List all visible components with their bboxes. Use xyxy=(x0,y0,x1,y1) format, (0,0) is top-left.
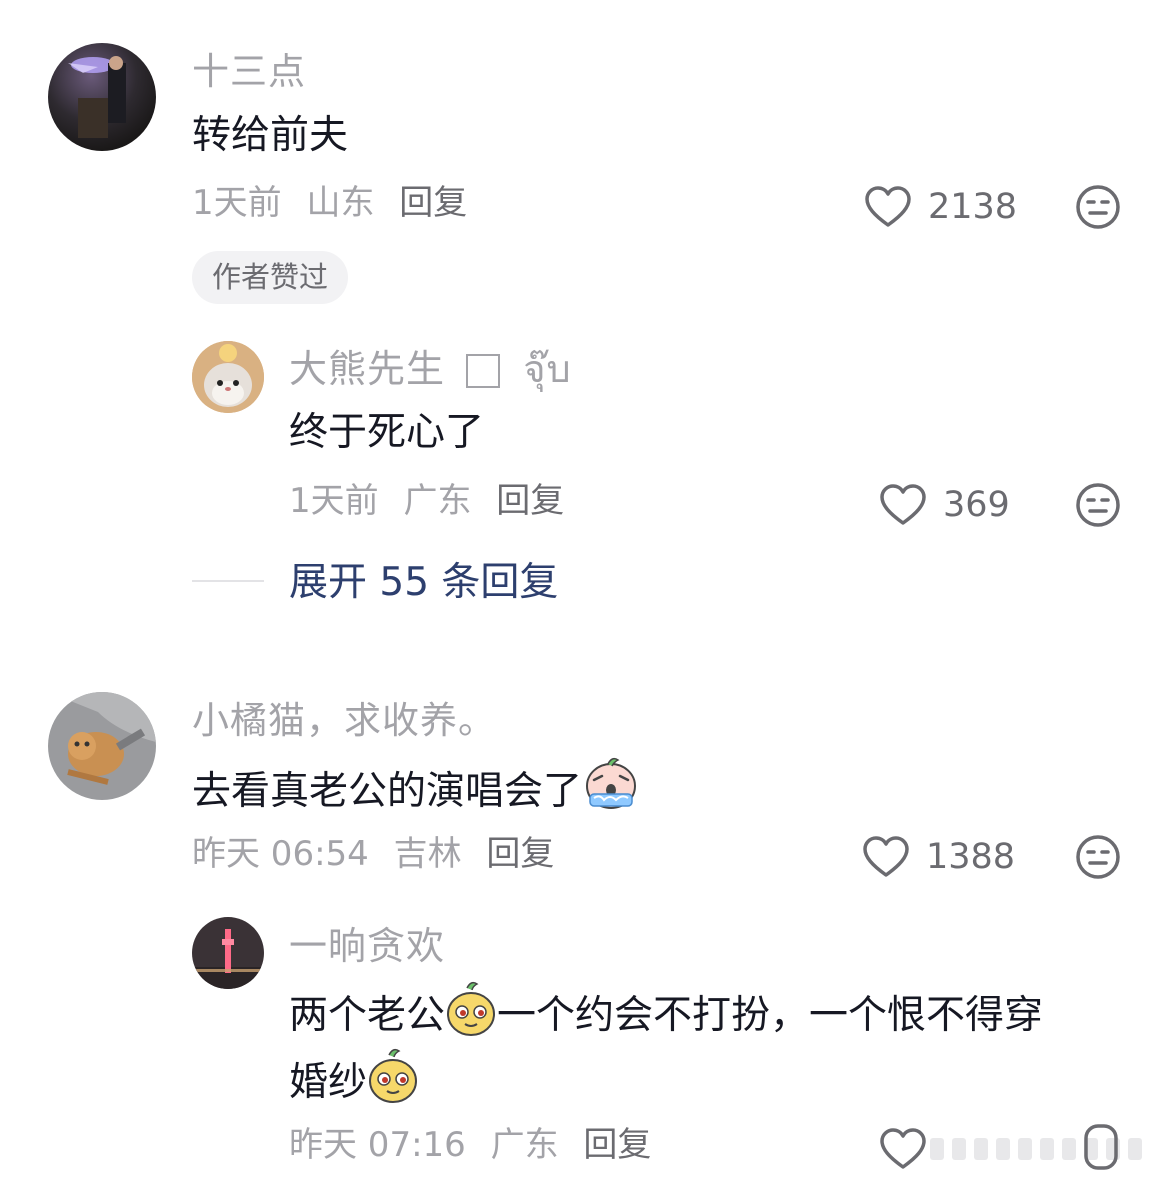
reply-text-part1: 两个老公 xyxy=(289,993,446,1038)
crying-face-icon xyxy=(582,754,640,832)
comment-text: 转给前夫 xyxy=(192,113,349,158)
comment-meta: 昨天 06:54 吉林 回复 xyxy=(192,832,554,876)
reply-button[interactable]: 回复 xyxy=(399,183,467,223)
reply-text-line2: 婚纱 xyxy=(289,1047,419,1123)
reply-text: 终于死心了 xyxy=(289,410,485,455)
reply-text-part2: 一个约会不打扮，一个恨不得穿 xyxy=(497,993,1044,1038)
reply-button[interactable]: 回复 xyxy=(583,1125,651,1165)
expand-replies-button[interactable]: 展开 55 条回复 xyxy=(289,558,558,608)
watermark-overlay xyxy=(930,1128,1162,1168)
heart-icon xyxy=(880,484,926,525)
reply-location: 广东 xyxy=(490,1125,559,1165)
comment-location: 山东 xyxy=(306,183,375,223)
reply-username-text: 大熊先生 xyxy=(289,347,446,391)
like-count: 1388 xyxy=(926,837,1016,877)
reply-meta: 昨天 07:16 广东 回复 xyxy=(289,1123,651,1167)
expand-divider xyxy=(192,580,264,582)
like-button[interactable]: 369 xyxy=(879,480,1010,530)
avatar[interactable] xyxy=(192,341,264,413)
reply-button[interactable]: 回复 xyxy=(496,481,564,521)
heart-icon xyxy=(880,1128,926,1169)
comment-text: 去看真老公的演唱会了 xyxy=(192,754,640,832)
reply-time: 1天前 xyxy=(289,481,379,521)
smug-face-icon xyxy=(367,1047,419,1123)
meh-face-icon xyxy=(1084,1124,1118,1170)
like-count: 2138 xyxy=(928,187,1018,227)
author-liked-badge: 作者赞过 xyxy=(192,251,349,304)
reply-text-part3: 婚纱 xyxy=(289,1060,368,1105)
dislike-button[interactable] xyxy=(1080,1124,1126,1170)
avatar[interactable] xyxy=(192,917,264,989)
smug-face-icon xyxy=(445,980,497,1056)
comment-text-body: 去看真老公的演唱会了 xyxy=(192,769,583,814)
dislike-button[interactable] xyxy=(1075,482,1121,528)
reply-username-suffix: จุ๊บ xyxy=(523,347,572,391)
comment-meta: 1天前 山东 回复 xyxy=(192,181,467,225)
reply-location: 广东 xyxy=(403,481,472,521)
reply-username[interactable]: 大熊先生 จุ๊บ xyxy=(289,346,572,392)
comment-time: 1天前 xyxy=(192,183,282,223)
comment-username[interactable]: 十三点 xyxy=(192,49,306,95)
missing-glyph-box xyxy=(466,354,501,388)
meh-face-icon xyxy=(1076,483,1120,527)
comment-time: 昨天 06:54 xyxy=(192,834,369,874)
avatar[interactable] xyxy=(48,692,156,800)
dislike-button[interactable] xyxy=(1075,184,1121,230)
like-button[interactable]: 2138 xyxy=(864,182,1017,232)
meh-face-icon xyxy=(1076,185,1120,229)
heart-icon xyxy=(863,836,909,877)
meh-face-icon xyxy=(1076,835,1120,879)
reply-time: 昨天 07:16 xyxy=(289,1125,466,1165)
like-button[interactable] xyxy=(879,1124,927,1174)
like-button[interactable]: 1388 xyxy=(862,832,1015,882)
avatar[interactable] xyxy=(48,43,156,151)
dislike-button[interactable] xyxy=(1075,834,1121,880)
heart-icon xyxy=(865,186,911,227)
comment-username[interactable]: 小橘猫，求收养。 xyxy=(192,698,496,744)
reply-text: 两个老公 一个约会不打扮，一个恨不得穿 xyxy=(289,980,1043,1056)
like-count: 369 xyxy=(943,485,1010,525)
reply-username[interactable]: 一晌贪欢 xyxy=(289,923,445,969)
reply-meta: 1天前 广东 回复 xyxy=(289,479,564,523)
comment-location: 吉林 xyxy=(393,834,462,874)
reply-button[interactable]: 回复 xyxy=(486,834,554,874)
